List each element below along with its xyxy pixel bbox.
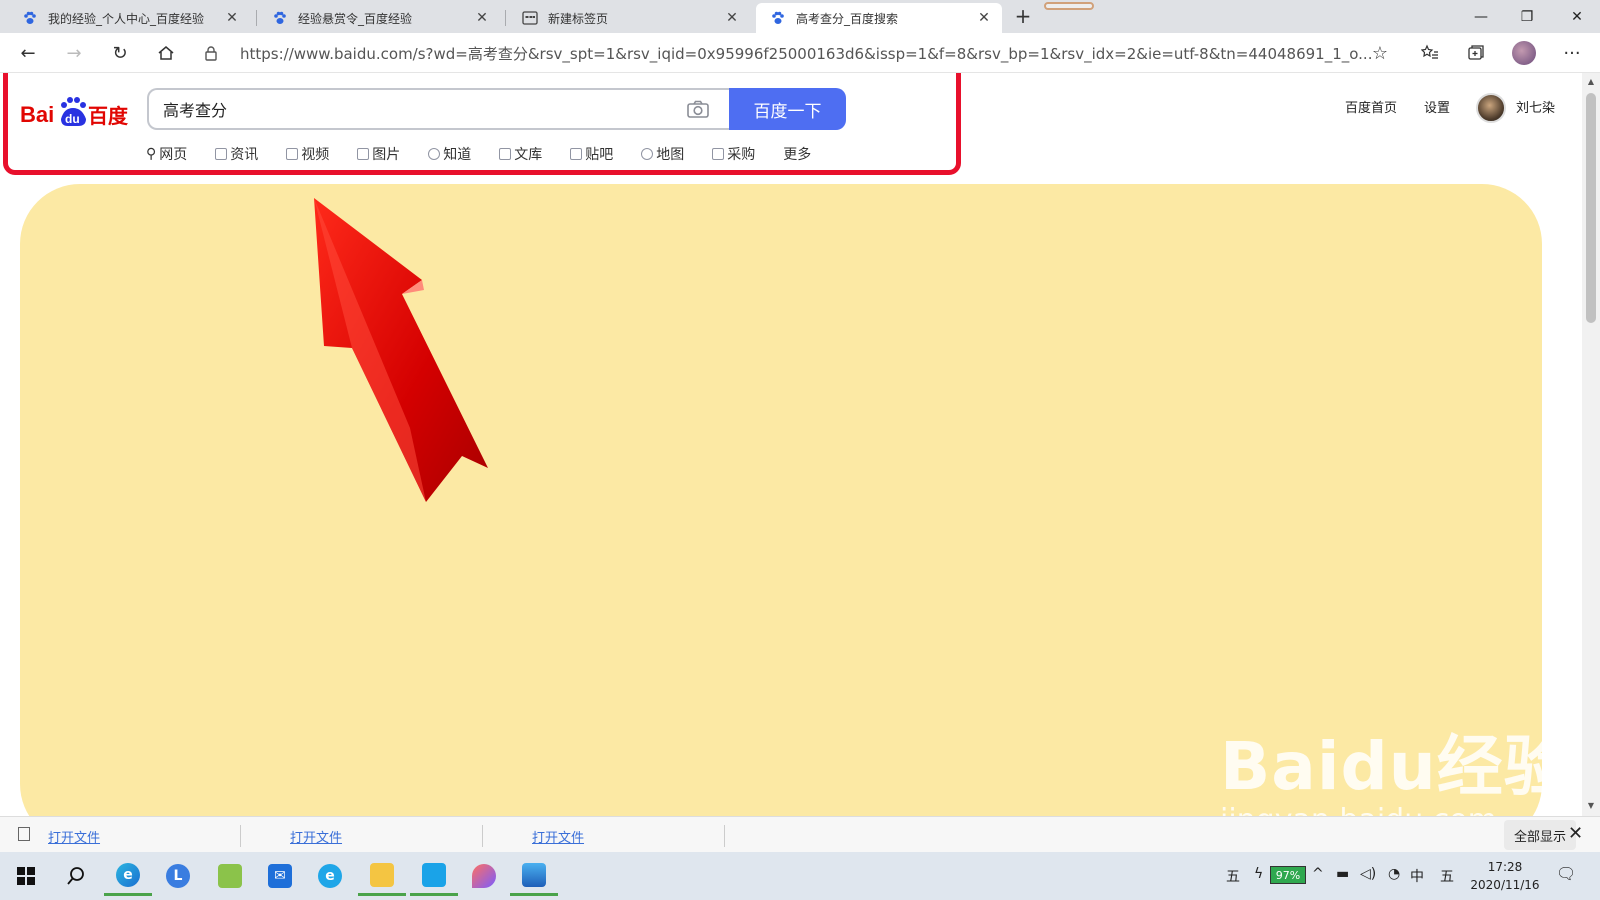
profile-avatar-icon[interactable] — [1510, 39, 1538, 67]
windows-taskbar: e L ✉ e 五 ϟ 97% ^ ▬ ◁) ◔ 中 五 17:28 2020/… — [0, 852, 1600, 900]
tab-title: 新建标签页 — [548, 11, 609, 26]
notification-icon[interactable]: 🗨 — [1556, 864, 1576, 883]
close-download-bar-icon[interactable]: ✕ — [1568, 823, 1583, 844]
baidu-paw-icon — [770, 10, 786, 26]
favorite-star-icon[interactable]: ☆ — [1366, 39, 1394, 67]
home-icon[interactable] — [152, 39, 180, 67]
close-window-icon[interactable]: ✕ — [1554, 0, 1600, 33]
file-explorer-icon[interactable] — [358, 856, 406, 896]
baidu-paw-icon — [272, 10, 288, 26]
scroll-up-icon[interactable]: ▲ — [1585, 77, 1597, 86]
language-indicator[interactable]: 中 — [1410, 866, 1424, 886]
tab-title: 高考查分_百度搜索 — [796, 11, 899, 26]
tab-separator — [256, 10, 257, 26]
page-scrollbar[interactable]: ▲ ▼ — [1582, 73, 1600, 816]
close-tab-icon[interactable]: ✕ — [474, 10, 490, 26]
red-pointer-arrow-icon — [314, 198, 488, 502]
browser-tab-1[interactable]: 我的经验_个人中心_百度经验 ✕ — [8, 3, 250, 33]
url-text: https://www.baidu.com/s?wd=高考查分&rsv_spt=… — [240, 44, 1373, 63]
drop-app-icon[interactable] — [460, 856, 508, 896]
scroll-down-icon[interactable]: ▼ — [1585, 801, 1597, 810]
tab-title: 经验悬赏令_百度经验 — [298, 11, 413, 26]
tab-title: 我的经验_个人中心_百度经验 — [48, 11, 205, 26]
browser-tab-4-active[interactable]: 高考查分_百度搜索 ✕ — [756, 3, 1002, 33]
edge-browser-icon[interactable]: e — [104, 856, 152, 896]
blue-app-icon[interactable] — [410, 856, 458, 896]
battery-indicator[interactable]: 97% — [1270, 866, 1306, 884]
android-app-icon[interactable] — [206, 856, 254, 896]
download-separator — [724, 825, 725, 847]
download-open-file-link[interactable]: 打开文件 — [290, 827, 342, 846]
windows-start-icon[interactable] — [2, 856, 50, 896]
baidu-home-link[interactable]: 百度首页 — [1345, 97, 1397, 116]
new-tab-page-icon — [522, 10, 538, 26]
restore-icon[interactable]: ❐ — [1504, 0, 1550, 33]
close-tab-icon[interactable]: ✕ — [224, 10, 240, 26]
download-open-file-link[interactable]: 打开文件 — [48, 827, 100, 846]
settings-link[interactable]: 设置 — [1424, 97, 1450, 116]
red-highlight-frame — [3, 73, 961, 175]
collections-icon[interactable] — [1462, 39, 1490, 67]
lock-icon — [200, 45, 222, 61]
minimize-icon[interactable]: — — [1458, 0, 1504, 33]
drag-handle[interactable] — [1044, 2, 1094, 10]
l-app-icon[interactable]: L — [154, 856, 202, 896]
back-arrow-icon[interactable]: ← — [14, 39, 42, 67]
baidu-paw-icon — [22, 10, 38, 26]
power-icon[interactable]: ϟ — [1254, 866, 1263, 882]
user-avatar[interactable] — [1476, 93, 1506, 123]
ime-indicator[interactable]: 五 — [1226, 866, 1240, 886]
tab-separator — [505, 10, 506, 26]
battery-icon[interactable]: ▬ — [1336, 866, 1349, 882]
download-separator — [240, 825, 241, 847]
wifi-icon[interactable]: ◔ — [1388, 866, 1400, 882]
scroll-thumb[interactable] — [1586, 93, 1596, 323]
ie-browser-icon[interactable]: e — [306, 856, 354, 896]
ime-mode-indicator[interactable]: 五 — [1440, 866, 1454, 886]
show-all-downloads-button[interactable]: 全部显示 — [1504, 820, 1577, 850]
chevron-up-icon[interactable]: ^ — [1312, 866, 1324, 882]
search-icon[interactable] — [52, 856, 100, 896]
file-icon — [18, 827, 30, 841]
clock-date: 2020/11/16 — [1470, 878, 1540, 892]
browser-toolbar: ← → ↻ https://www.baidu.com/s?wd=高考查分&rs… — [0, 33, 1600, 73]
baidu-search-page: Bai du 百度 高考查分 百度一下 ⚲ 网页 资讯 视频 图片 知道 文库 贴… — [0, 73, 1582, 816]
watermark-main-text: Baidu经验 — [1220, 728, 1571, 805]
close-tab-icon[interactable]: ✕ — [724, 10, 740, 26]
volume-icon[interactable]: ◁) — [1360, 866, 1376, 882]
username-link[interactable]: 刘七染 — [1516, 97, 1555, 116]
forward-arrow-icon[interactable]: → — [60, 39, 88, 67]
mail-icon[interactable]: ✉ — [256, 856, 304, 896]
tab-strip: 我的经验_个人中心_百度经验 ✕ 经验悬赏令_百度经验 ✕ 新建标签页 ✕ 高考… — [0, 0, 1600, 33]
new-tab-button[interactable]: + — [1010, 4, 1036, 30]
more-menu-icon[interactable]: ··· — [1558, 39, 1586, 67]
system-clock[interactable]: 17:28 2020/11/16 — [1470, 858, 1540, 894]
download-open-file-link[interactable]: 打开文件 — [532, 827, 584, 846]
address-bar[interactable]: https://www.baidu.com/s?wd=高考查分&rsv_spt=… — [200, 38, 1392, 68]
download-separator — [482, 825, 483, 847]
photos-app-icon[interactable] — [510, 856, 558, 896]
browser-tab-2[interactable]: 经验悬赏令_百度经验 ✕ — [258, 3, 500, 33]
clock-time: 17:28 — [1487, 860, 1523, 874]
close-tab-icon[interactable]: ✕ — [976, 10, 992, 26]
refresh-icon[interactable]: ↻ — [106, 39, 134, 67]
favorites-list-icon[interactable] — [1416, 39, 1444, 67]
browser-tab-3[interactable]: 新建标签页 ✕ — [508, 3, 750, 33]
baidu-jingyan-watermark: Baidu经验 jingyan.baidu.com — [1220, 713, 1571, 816]
download-bar: 打开文件 打开文件 打开文件 全部显示 ✕ — [0, 816, 1600, 852]
